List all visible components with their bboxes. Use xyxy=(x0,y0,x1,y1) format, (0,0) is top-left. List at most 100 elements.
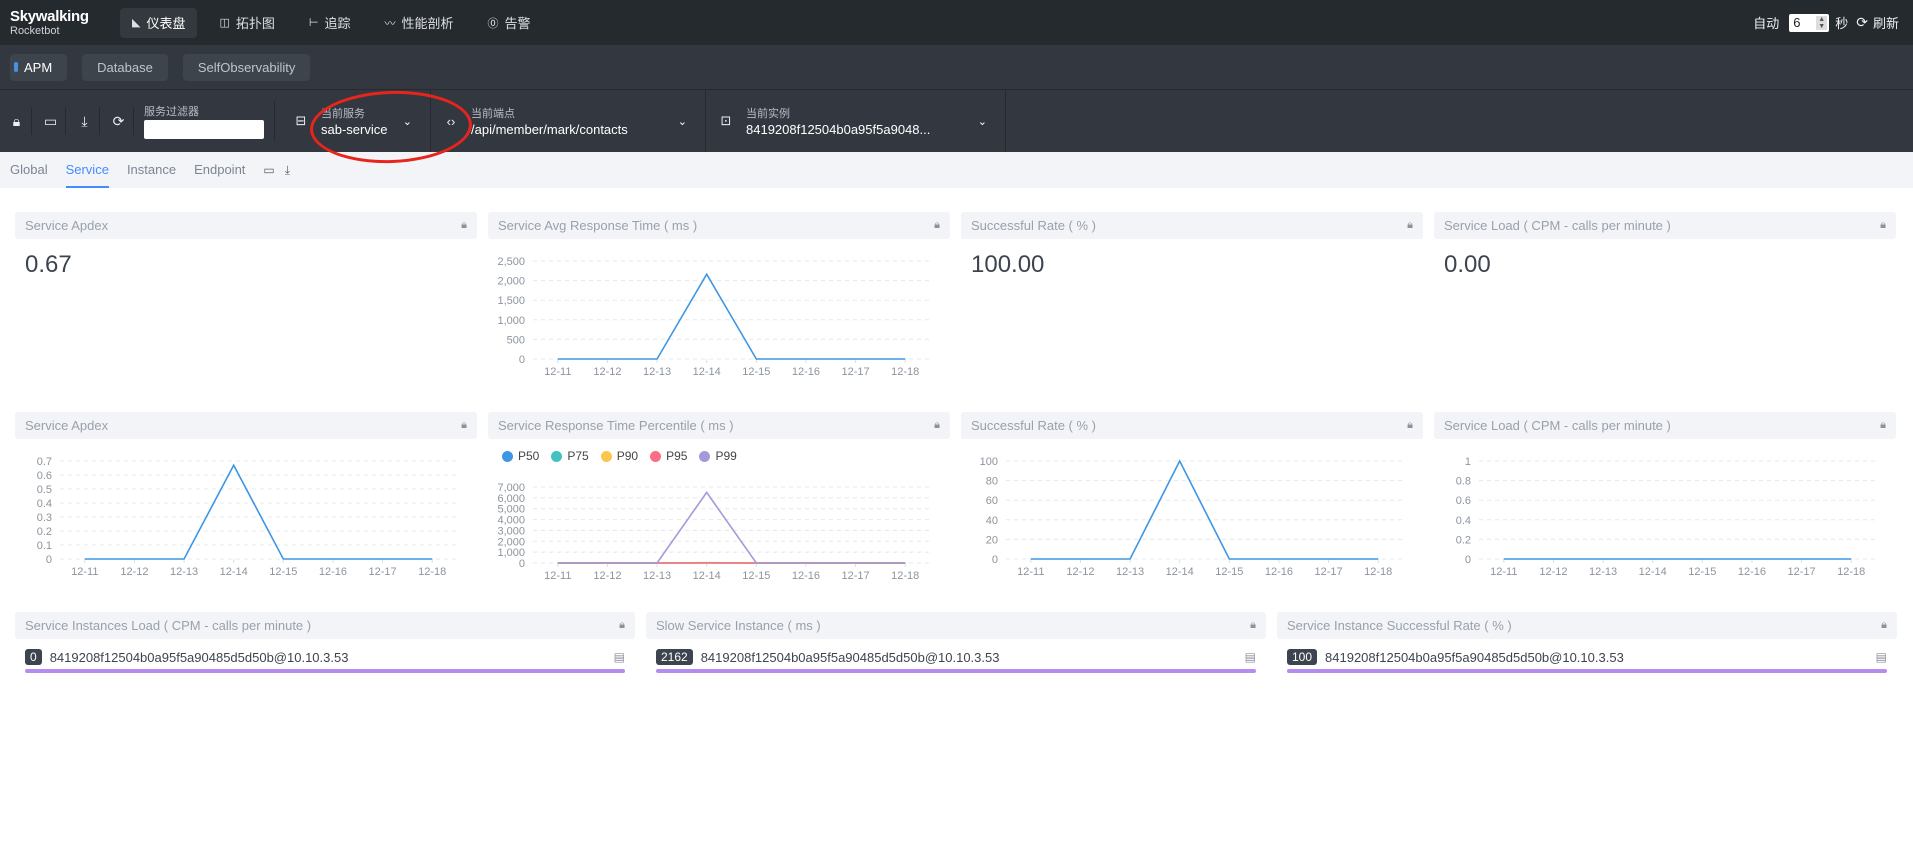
folder-icon[interactable]: ▭ xyxy=(263,152,274,188)
x-tick-label: 12-11 xyxy=(1017,566,1044,578)
tab-global[interactable]: Global xyxy=(10,152,48,188)
x-tick-label: 12-18 xyxy=(1837,566,1865,578)
card-percentile: Service Response Time Percentile ( ms ) 🔒… xyxy=(488,412,950,586)
nav-alarm[interactable]: ⓪ 告警 xyxy=(476,8,543,38)
spinner-icon[interactable]: ▲ ▼ xyxy=(1816,15,1828,30)
auto-refresh-toggle[interactable]: 自动 xyxy=(1753,13,1779,32)
lock-icon[interactable]: 🔒︎ xyxy=(934,219,940,232)
card-apdex-value: Service Apdex 🔒︎ 0.67 xyxy=(15,212,477,279)
y-tick-label: 1,000 xyxy=(497,547,525,559)
y-tick-label: 60 xyxy=(986,495,998,507)
card-title: Service Instances Load ( CPM - calls per… xyxy=(25,618,312,633)
current-instance-select[interactable]: ⊡ 当前实例 8419208f12504b0a95f5a9048... ⌄ xyxy=(706,90,1006,152)
lock-icon[interactable]: 🔒︎ xyxy=(1407,419,1413,432)
lock-icon[interactable]: 🔒︎ xyxy=(1880,219,1886,232)
series-line-avg xyxy=(557,272,906,360)
clipboard-icon[interactable]: ▤ xyxy=(1245,650,1256,664)
card-load-value: Service Load ( CPM - calls per minute ) 🔒… xyxy=(1434,212,1896,279)
chart-icon: ◣ xyxy=(132,17,141,29)
download-icon[interactable]: ⤓ xyxy=(70,107,100,135)
y-tick-label: 3,000 xyxy=(497,525,525,537)
legend-item[interactable]: P75 xyxy=(551,449,589,463)
folder-icon[interactable]: ▭ xyxy=(36,107,66,135)
y-tick-label: 0.7 xyxy=(37,456,52,468)
x-tick-label: 12-16 xyxy=(792,366,820,378)
y-tick-label: 500 xyxy=(507,334,525,346)
current-endpoint-select[interactable]: ‹› 当前端点 /api/member/mark/contacts ⌄ xyxy=(431,90,706,152)
card-apdex-chart: Service Apdex 🔒︎ 0 0.1 0.2 0.3 0.4 0.5 0.6 0.7 12… xyxy=(15,412,477,594)
lock-icon[interactable]: 🔒︎ xyxy=(1407,219,1413,232)
legend-label: P75 xyxy=(567,449,589,463)
x-tick-label: 12-13 xyxy=(170,566,198,578)
lock-icon[interactable]: 🔒︎ xyxy=(619,619,625,632)
legend-item[interactable]: P50 xyxy=(502,449,539,463)
y-tick-label: 40 xyxy=(986,515,998,527)
service-filter-input[interactable] xyxy=(144,120,264,139)
tab-endpoint[interactable]: Endpoint xyxy=(194,152,245,188)
y-tick-label: 0 xyxy=(519,558,525,570)
x-tick-label: 12-18 xyxy=(1364,566,1392,578)
refresh-interval-input[interactable]: 6 ▲ ▼ xyxy=(1789,13,1830,32)
clipboard-icon[interactable]: ▤ xyxy=(1876,650,1887,664)
dashboard-tabs: Global Service Instance Endpoint ▭ ⤓ xyxy=(0,152,1913,188)
lock-icon[interactable]: 🔒︎ xyxy=(1250,619,1256,632)
legend-label: P90 xyxy=(616,449,639,463)
x-tick-label: 12-16 xyxy=(792,570,820,581)
x-tick-label: 12-12 xyxy=(593,570,621,581)
lock-icon[interactable]: 🔒︎ xyxy=(461,419,467,432)
current-service-select[interactable]: ⊟ 当前服务 sab-service ⌄ xyxy=(281,90,431,152)
tab-instance[interactable]: Instance xyxy=(127,152,176,188)
nav-profile[interactable]: 〰 性能剖析 xyxy=(373,8,466,38)
lock-icon[interactable]: 🔒︎ xyxy=(2,107,32,135)
x-tick-label: 12-16 xyxy=(1265,566,1293,578)
x-tick-label: 12-14 xyxy=(220,566,248,578)
list-item[interactable]: 2162 8419208f12504b0a95f5a90485d5d50b@10… xyxy=(646,639,1266,665)
card-title: Successful Rate ( % ) xyxy=(971,218,1096,233)
success-rate-value: 100.00 xyxy=(971,251,1045,278)
y-tick-label: 0 xyxy=(46,554,52,566)
layer-bar: APM Database SelfObservability xyxy=(0,45,1913,90)
legend-swatch xyxy=(502,450,513,462)
x-tick-label: 12-14 xyxy=(1639,566,1667,578)
nav-trace[interactable]: ⊢ 追踪 xyxy=(297,8,363,38)
nav-topology[interactable]: ◫ 拓扑图 xyxy=(207,8,286,38)
list-item[interactable]: 100 8419208f12504b0a95f5a90485d5d50b@10.… xyxy=(1277,639,1897,665)
download-icon[interactable]: ⤓ xyxy=(285,152,290,188)
layer-selfobservability[interactable]: SelfObservability xyxy=(182,53,311,81)
lock-icon[interactable]: 🔒︎ xyxy=(1880,419,1886,432)
y-tick-label: 1,500 xyxy=(497,295,525,307)
clipboard-icon[interactable]: ▤ xyxy=(614,650,625,664)
instance-label: 当前实例 xyxy=(746,108,790,120)
list-item[interactable]: 0 8419208f12504b0a95f5a90485d5d50b@10.10… xyxy=(15,639,635,665)
logo-subtitle: Rocketbot xyxy=(10,24,60,37)
legend-item[interactable]: P95 xyxy=(650,449,687,463)
reload-icon[interactable]: ⟳ xyxy=(104,107,134,135)
value-badge: 100 xyxy=(1287,649,1318,665)
layer-database[interactable]: Database xyxy=(82,53,168,81)
x-tick-label: 12-11 xyxy=(544,366,571,378)
lock-icon[interactable]: 🔒︎ xyxy=(1881,619,1887,632)
chevron-down-icon: ⌄ xyxy=(677,115,687,128)
legend-item[interactable]: P90 xyxy=(600,449,639,463)
x-tick-label: 12-15 xyxy=(742,570,770,581)
y-tick-label: 0 xyxy=(1465,554,1471,566)
tab-service[interactable]: Service xyxy=(65,152,109,188)
x-tick-label: 12-16 xyxy=(319,566,347,578)
nav-label: 追踪 xyxy=(324,16,351,31)
y-tick-label: 0 xyxy=(519,354,525,366)
lock-icon[interactable]: 🔒︎ xyxy=(934,419,940,432)
y-tick-label: 0.4 xyxy=(1456,515,1471,527)
nav-dashboard[interactable]: ◣ 仪表盘 xyxy=(120,7,198,38)
logo[interactable]: Skywalking Rocketbot xyxy=(0,9,120,37)
refresh-button[interactable]: 刷新 xyxy=(1873,13,1899,32)
y-tick-label: 2,000 xyxy=(497,276,525,288)
success-rate-chart: 0 20 40 60 80 100 12-11 12-12 12-13 12-14 12-15 12-… xyxy=(980,456,1403,578)
x-tick-label: 12-13 xyxy=(643,366,671,378)
x-tick-label: 12-17 xyxy=(841,366,869,378)
refresh-icon[interactable]: ⟳ xyxy=(1856,14,1868,31)
trace-icon: ⊢ xyxy=(308,17,319,29)
legend-item[interactable]: P99 xyxy=(699,449,737,463)
lock-icon[interactable]: 🔒︎ xyxy=(461,219,467,232)
load-chart: 0 0.2 0.4 0.6 0.8 1 12-11 12-12 12-13 12-14 12-15 1… xyxy=(1456,456,1876,578)
layer-apm[interactable]: APM xyxy=(10,53,68,81)
